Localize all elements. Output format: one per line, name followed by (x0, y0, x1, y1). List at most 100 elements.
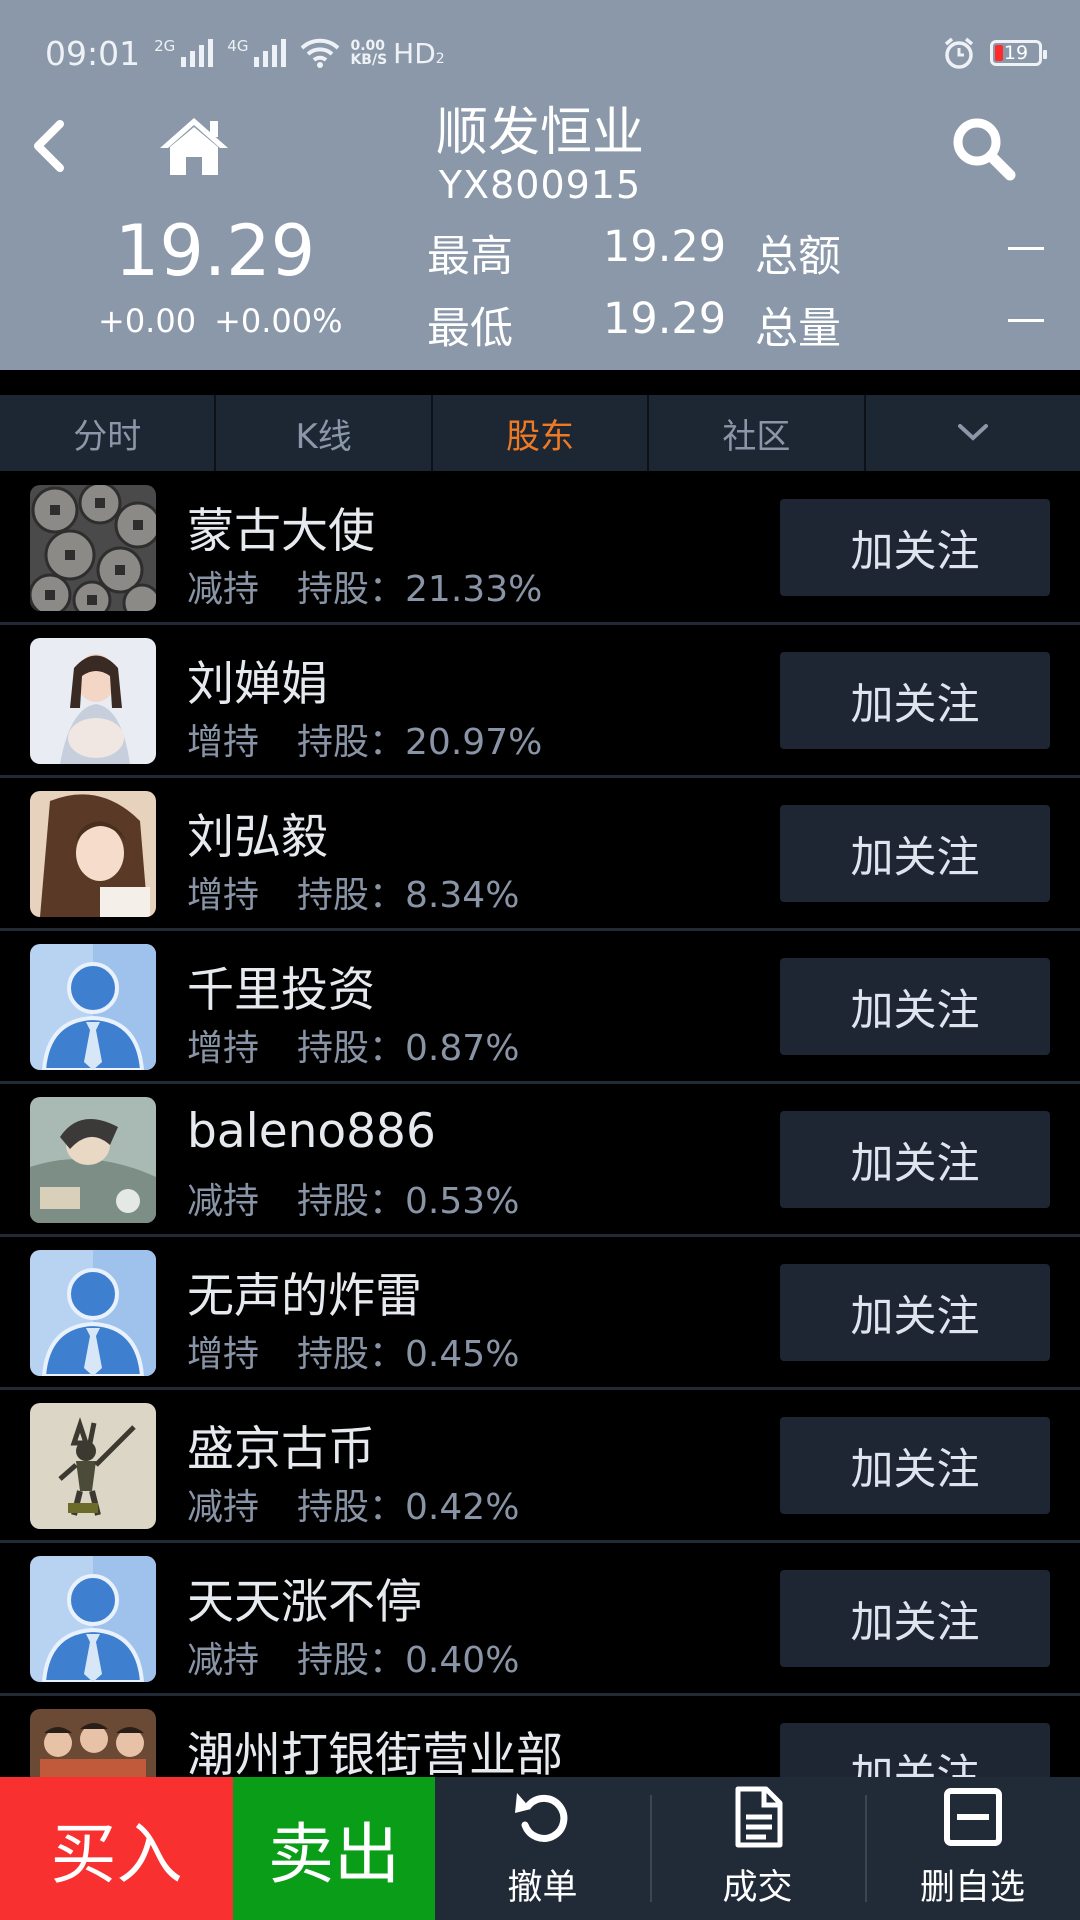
holder-name: 盛京古币 (187, 1422, 375, 1477)
default-person-icon (30, 944, 156, 1070)
holding-label: 持股： (297, 1640, 406, 1681)
undo-icon (514, 1793, 567, 1842)
holding-label: 持股： (297, 569, 406, 610)
stock-header: 09:01 2G 4G 0.00 KB/S HD2 19 顺发恒业 YX8009… (0, 0, 1080, 370)
anime-image (30, 1097, 156, 1223)
deals-button[interactable]: 成交 (650, 1777, 865, 1920)
holder-action: 减持 (187, 1181, 260, 1222)
deals-label: 成交 (722, 1868, 793, 1908)
list-item[interactable]: 蒙古大使 减持 持股：21.33% 加关注 (0, 472, 1080, 625)
follow-button[interactable]: 加关注 (780, 1264, 1050, 1361)
holding-label: 持股： (297, 722, 406, 763)
signal-2g-icon: 2G (154, 39, 214, 67)
holding-percent: 0.42% (405, 1487, 520, 1528)
avatar[interactable] (30, 791, 156, 917)
woman-hair-photo-image (30, 791, 156, 917)
avatar[interactable] (30, 1097, 156, 1223)
list-item[interactable]: 刘弘毅 增持 持股：8.34% 加关注 (0, 778, 1080, 931)
list-item[interactable]: 潮州打银街营业部 加关注 (0, 1696, 1080, 1777)
net-speed-value: 0.00 (350, 38, 385, 54)
avatar[interactable] (30, 1403, 156, 1529)
avatar[interactable] (30, 944, 156, 1070)
holder-action: 增持 (187, 1334, 260, 1375)
holding-percent: 0.45% (405, 1334, 520, 1375)
list-item[interactable]: 无声的炸雷 增持 持股：0.45% 加关注 (0, 1237, 1080, 1390)
tab-intraday[interactable]: 分时 (0, 395, 217, 471)
follow-button[interactable]: 加关注 (780, 499, 1050, 596)
stock-code: YX800915 (438, 163, 642, 207)
cancel-order-label: 撤单 (507, 1868, 578, 1908)
avatar[interactable] (30, 1709, 156, 1777)
group-photo-image (30, 1709, 156, 1777)
chevron-down-icon (957, 424, 988, 441)
holding-label: 持股： (297, 1028, 406, 1069)
follow-button[interactable]: 加关注 (780, 1570, 1050, 1667)
follow-button[interactable]: 加关注 (780, 1417, 1050, 1514)
tab-more[interactable] (866, 395, 1080, 471)
tab-kline[interactable]: K线 (216, 395, 433, 471)
net-speed-unit: KB/S (350, 52, 388, 68)
price-change: +0.00 +0.00% (98, 302, 361, 340)
status-time: 09:01 (45, 33, 141, 73)
amount-label: 总额 (755, 232, 841, 282)
hd-sub-label: 2 (435, 50, 445, 67)
default-person-icon (30, 1556, 156, 1682)
holder-name: 天天涨不停 (187, 1575, 422, 1630)
sell-button[interactable]: 卖出 (233, 1777, 435, 1920)
holding-label: 持股： (297, 1334, 406, 1375)
signal-4g-icon: 4G (227, 39, 287, 67)
shareholder-list: 蒙古大使 减持 持股：21.33% 加关注 刘婵娟 增持 持股：20.97% 加关注 (0, 472, 1080, 1777)
low-label: 最低 (427, 304, 513, 354)
list-item[interactable]: baleno886 减持 持股：0.53% 加关注 (0, 1084, 1080, 1237)
holder-action: 减持 (187, 1487, 260, 1528)
follow-button[interactable]: 加关注 (780, 805, 1050, 902)
avatar[interactable] (30, 485, 156, 611)
holding-percent: 0.53% (405, 1181, 520, 1222)
buy-button[interactable]: 买入 (0, 1777, 233, 1920)
tab-shareholders[interactable]: 股东 (433, 395, 650, 471)
holder-name: 潮州打银街营业部 (187, 1728, 563, 1777)
avatar[interactable] (30, 638, 156, 764)
cancel-order-button[interactable]: 撤单 (435, 1777, 650, 1920)
tab-bar: 分时 K线 股东 社区 (0, 395, 1080, 471)
volume-label: 总量 (755, 304, 841, 354)
holder-change: 增持 持股：8.34% (187, 866, 519, 918)
holder-change: 减持 持股：0.42% (187, 1478, 519, 1530)
low-value: 19.29 (603, 294, 727, 344)
avatar[interactable] (30, 1556, 156, 1682)
alarm-icon (944, 37, 974, 69)
holder-change: 增持 持股：20.97% (187, 713, 542, 765)
holder-name: 刘婵娟 (187, 657, 328, 712)
holder-action: 增持 (187, 875, 260, 916)
minus-box-icon (943, 1788, 1002, 1846)
avatar[interactable] (30, 1250, 156, 1376)
holder-name: 蒙古大使 (187, 504, 375, 559)
list-item[interactable]: 刘婵娟 增持 持股：20.97% 加关注 (0, 625, 1080, 778)
holder-change: 减持 持股：0.40% (187, 1631, 519, 1683)
document-icon (735, 1786, 782, 1848)
follow-button[interactable]: 加关注 (780, 1111, 1050, 1208)
follow-button[interactable]: 加关注 (780, 1723, 1050, 1777)
holder-change: 增持 持股：0.45% (187, 1325, 519, 1377)
holding-percent: 0.40% (405, 1640, 520, 1681)
list-item[interactable]: 盛京古币 减持 持股：0.42% 加关注 (0, 1390, 1080, 1543)
list-item[interactable]: 千里投资 增持 持股：0.87% 加关注 (0, 931, 1080, 1084)
hd-indicator: HD2 (393, 37, 445, 70)
holding-label: 持股： (297, 875, 406, 916)
holder-change: 减持 持股：0.53% (187, 1172, 519, 1224)
follow-button[interactable]: 加关注 (780, 958, 1050, 1055)
holding-percent: 20.97% (405, 722, 543, 763)
wifi-icon (301, 38, 340, 68)
holding-percent: 8.34% (405, 875, 520, 916)
remove-watchlist-button[interactable]: 删自选 (865, 1777, 1080, 1920)
net-speed: 0.00 KB/S (350, 39, 387, 67)
amount-value-dash (1008, 247, 1044, 250)
change-percent: +0.00% (214, 302, 343, 340)
high-label: 最高 (427, 232, 513, 282)
status-bar: 09:01 2G 4G 0.00 KB/S HD2 19 (45, 28, 1047, 78)
list-item[interactable]: 天天涨不停 减持 持股：0.40% 加关注 (0, 1543, 1080, 1696)
tab-community[interactable]: 社区 (649, 395, 866, 471)
holding-label: 持股： (297, 1487, 406, 1528)
holder-name: baleno886 (187, 1104, 436, 1159)
follow-button[interactable]: 加关注 (780, 652, 1050, 749)
